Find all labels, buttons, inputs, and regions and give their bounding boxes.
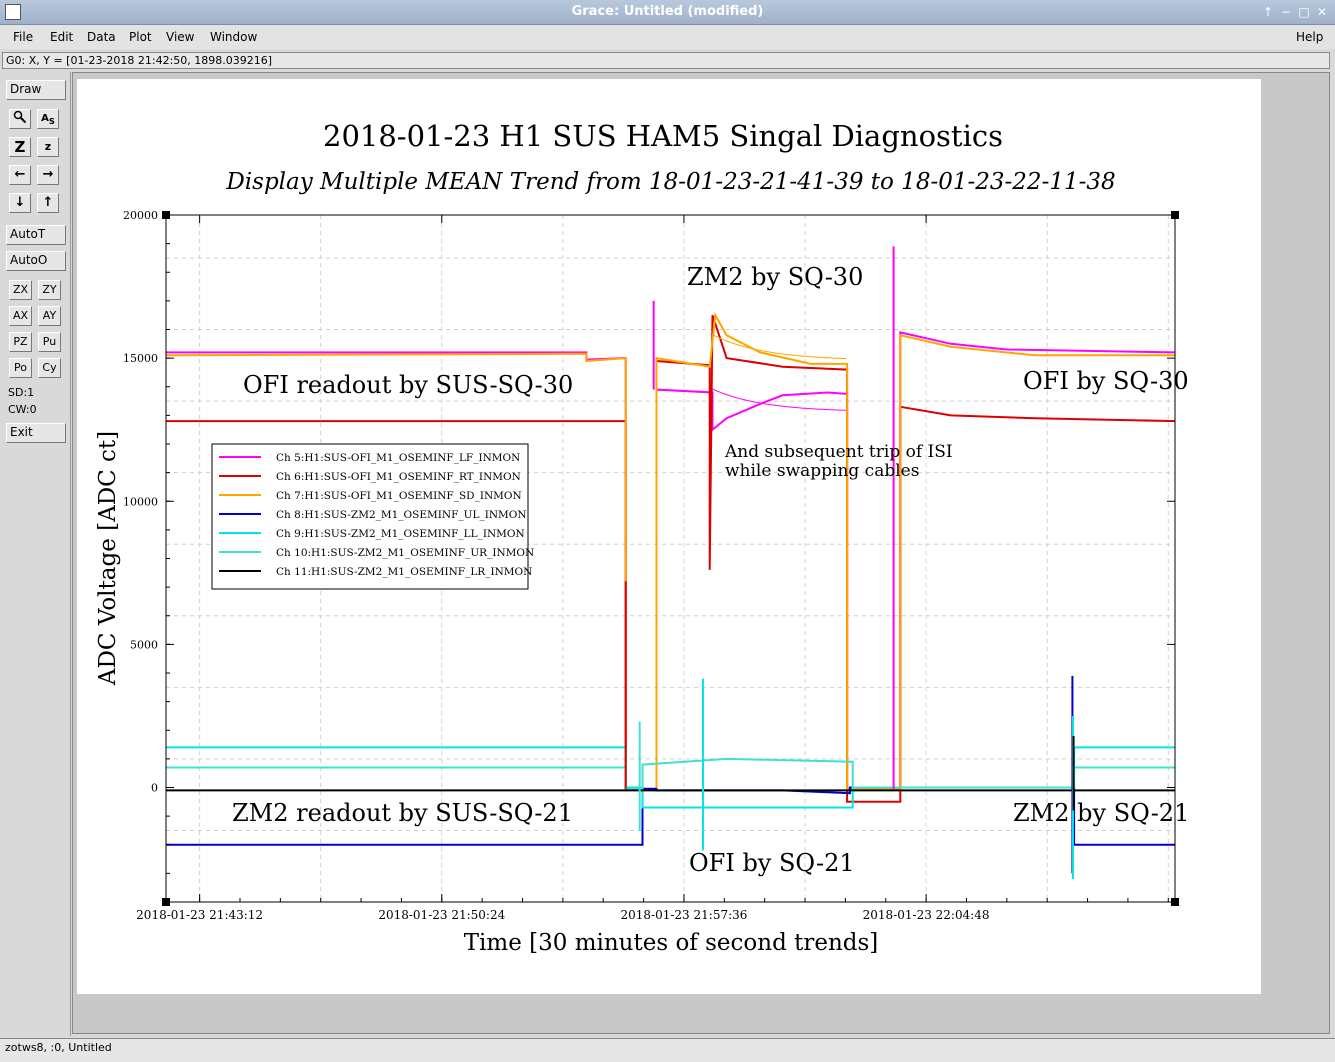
down-arrow-icon[interactable]: ↓ [9, 193, 31, 213]
x-tick-label: 2018-01-23 21:50:24 [378, 908, 505, 922]
chart-subtitle: Display Multiple MEAN Trend from 18-01-2… [225, 169, 1115, 195]
status-bar: zotws8, :0, Untitled [0, 1038, 1335, 1062]
annotation-text: OFI readout by SUS-SQ-30 [243, 371, 573, 399]
legend-entry: Ch 11:H1:SUS-ZM2_M1_OSEMINF_LR_INMON [276, 566, 532, 578]
window-titlebar[interactable]: Grace: Untitled (modified) ↑ − □ ✕ [0, 0, 1335, 25]
current-world-label: CW:0 [8, 403, 37, 416]
y-axis-label: ADC Voltage [ADC ct] [95, 431, 121, 686]
legend-entry: Ch 9:H1:SUS-ZM2_M1_OSEMINF_LL_INMON [276, 528, 525, 540]
autoo-button[interactable]: AutoO [6, 251, 66, 271]
chart-title: 2018-01-23 H1 SUS HAM5 Singal Diagnostic… [323, 119, 1003, 153]
legend-entry: Ch 7:H1:SUS-OFI_M1_OSEMINF_SD_INMON [276, 490, 522, 502]
x-axis-label: Time [30 minutes of second trends] [464, 930, 879, 956]
menu-data[interactable]: Data [87, 30, 116, 44]
menu-bar: File Edit Data Plot View Window Help [0, 25, 1335, 49]
menu-edit[interactable]: Edit [50, 30, 73, 44]
canvas-area[interactable]: 0 5000 10000 15000 20000 2018-01-23 21:43:12 2… [72, 72, 1330, 1034]
tool-sidebar: Draw AS Z z ← → ↓ ↑ AutoT AutoO ZX ZY AX… [0, 72, 71, 1036]
close-icon[interactable]: ✕ [1314, 4, 1330, 20]
right-arrow-icon[interactable]: → [37, 165, 59, 185]
zoom-out-icon[interactable]: z [37, 137, 59, 157]
autoscale-text-icon[interactable]: AS [37, 109, 59, 129]
legend: Ch 5:H1:SUS-OFI_M1_OSEMINF_LF_INMON Ch 6:… [211, 443, 534, 590]
cy-button[interactable]: Cy [38, 358, 61, 378]
x-tick-label: 2018-01-23 21:57:36 [621, 908, 748, 922]
menu-view[interactable]: View [166, 30, 194, 44]
menu-file[interactable]: File [13, 30, 33, 44]
legend-entry: Ch 10:H1:SUS-ZM2_M1_OSEMINF_UR_INMON [276, 547, 534, 559]
up-arrow-icon[interactable]: ↑ [37, 193, 59, 213]
x-tick-label: 2018-01-23 21:43:12 [136, 908, 263, 922]
ay-button[interactable]: AY [38, 306, 61, 326]
zy-button[interactable]: ZY [38, 280, 61, 300]
stack-depth-label: SD:1 [8, 386, 35, 399]
legend-entry: Ch 5:H1:SUS-OFI_M1_OSEMINF_LF_INMON [276, 452, 520, 464]
menu-plot[interactable]: Plot [129, 30, 152, 44]
ax-button[interactable]: AX [9, 306, 32, 326]
selection-handle [1171, 898, 1179, 906]
y-tick-label: 0 [151, 782, 158, 795]
pu-button[interactable]: Pu [38, 332, 61, 352]
menu-help[interactable]: Help [1296, 30, 1323, 44]
y-tick-label: 10000 [123, 495, 158, 508]
minimize-icon[interactable]: − [1278, 4, 1294, 20]
locator-bar: G0: X, Y = [01-23-2018 21:42:50, 1898.03… [2, 52, 1330, 69]
annotation-text: ZM2 by SQ-30 [687, 263, 863, 291]
annotation-text: OFI by SQ-21 [689, 849, 855, 877]
y-tick-label: 5000 [130, 638, 158, 651]
exit-button[interactable]: Exit [6, 423, 66, 443]
x-tick-label: 2018-01-23 22:04:48 [863, 908, 990, 922]
annotation-text: And subsequent trip of ISI [724, 442, 953, 462]
po-button[interactable]: Po [9, 358, 32, 378]
menu-window[interactable]: Window [210, 30, 257, 44]
draw-button[interactable]: Draw [6, 80, 66, 100]
annotation-text: OFI by SQ-30 [1023, 367, 1189, 395]
maximize-icon[interactable]: □ [1296, 4, 1312, 20]
pz-button[interactable]: PZ [9, 332, 32, 352]
plot-canvas[interactable]: 0 5000 10000 15000 20000 2018-01-23 21:43:12 2… [73, 73, 1330, 1034]
annotation-text: ZM2 by SQ-21 [1013, 799, 1189, 827]
autot-button[interactable]: AutoT [6, 225, 66, 245]
annotation-text: ZM2 readout by SUS-SQ-21 [232, 799, 573, 827]
zx-button[interactable]: ZX [9, 280, 32, 300]
legend-entry: Ch 8:H1:SUS-ZM2_M1_OSEMINF_UL_INMON [276, 509, 527, 521]
annotation-text: while swapping cables [725, 461, 919, 481]
window-title: Grace: Untitled (modified) [571, 4, 764, 19]
zoom-in-icon[interactable]: Z [9, 137, 31, 157]
left-arrow-icon[interactable]: ← [9, 165, 31, 185]
zoom-icon[interactable] [9, 109, 31, 129]
window-menu-icon[interactable]: ↑ [1260, 4, 1276, 20]
y-tick-label: 15000 [123, 352, 158, 365]
legend-entry: Ch 6:H1:SUS-OFI_M1_OSEMINF_RT_INMON [276, 471, 521, 483]
y-tick-label: 20000 [123, 209, 158, 222]
